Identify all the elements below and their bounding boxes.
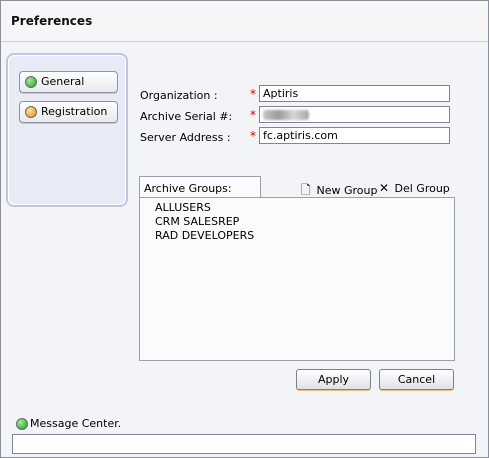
redacted-value — [263, 110, 309, 120]
server-address-label: Server Address : — [140, 131, 231, 144]
nav-registration-button[interactable]: Registration — [19, 101, 118, 123]
organization-label: Organization : — [140, 89, 218, 102]
nav-panel: General Registration — [6, 53, 128, 207]
nav-general-button[interactable]: General — [19, 71, 118, 93]
new-group-label: New Group — [316, 184, 378, 197]
required-marker: * — [250, 108, 256, 122]
message-center-label: Message Center. — [30, 417, 122, 430]
message-center-bar — [12, 434, 476, 454]
list-item[interactable]: ALLUSERS — [155, 201, 254, 215]
organization-field[interactable] — [259, 85, 450, 102]
nav-registration-label: Registration — [41, 105, 108, 118]
close-x-icon: ✕ — [379, 181, 390, 195]
cancel-button[interactable]: Cancel — [379, 369, 454, 390]
nav-general-label: General — [41, 75, 85, 88]
del-group-label: Del Group — [394, 182, 450, 195]
archive-serial-label: Archive Serial #: — [140, 110, 233, 123]
required-marker: * — [250, 87, 256, 101]
archive-serial-field[interactable] — [259, 106, 450, 123]
server-address-field[interactable] — [259, 127, 450, 144]
apply-button[interactable]: Apply — [296, 369, 371, 390]
required-marker: * — [250, 129, 256, 143]
del-group-button[interactable]: ✕ Del Group — [379, 181, 450, 195]
archive-groups-title: Archive Groups: — [144, 182, 232, 195]
status-orange-icon — [25, 106, 37, 118]
list-item[interactable]: CRM SALESREP — [155, 215, 254, 229]
archive-groups-items: ALLUSERS CRM SALESREP RAD DEVELOPERS — [155, 201, 254, 243]
preferences-window: Preferences General Registration Organiz… — [0, 0, 489, 458]
list-item[interactable]: RAD DEVELOPERS — [155, 229, 254, 243]
title-bar: Preferences — [1, 1, 488, 42]
status-green-icon — [16, 418, 28, 430]
status-green-icon — [25, 76, 37, 88]
window-title: Preferences — [11, 14, 93, 28]
archive-groups-header: Archive Groups: — [139, 176, 261, 198]
